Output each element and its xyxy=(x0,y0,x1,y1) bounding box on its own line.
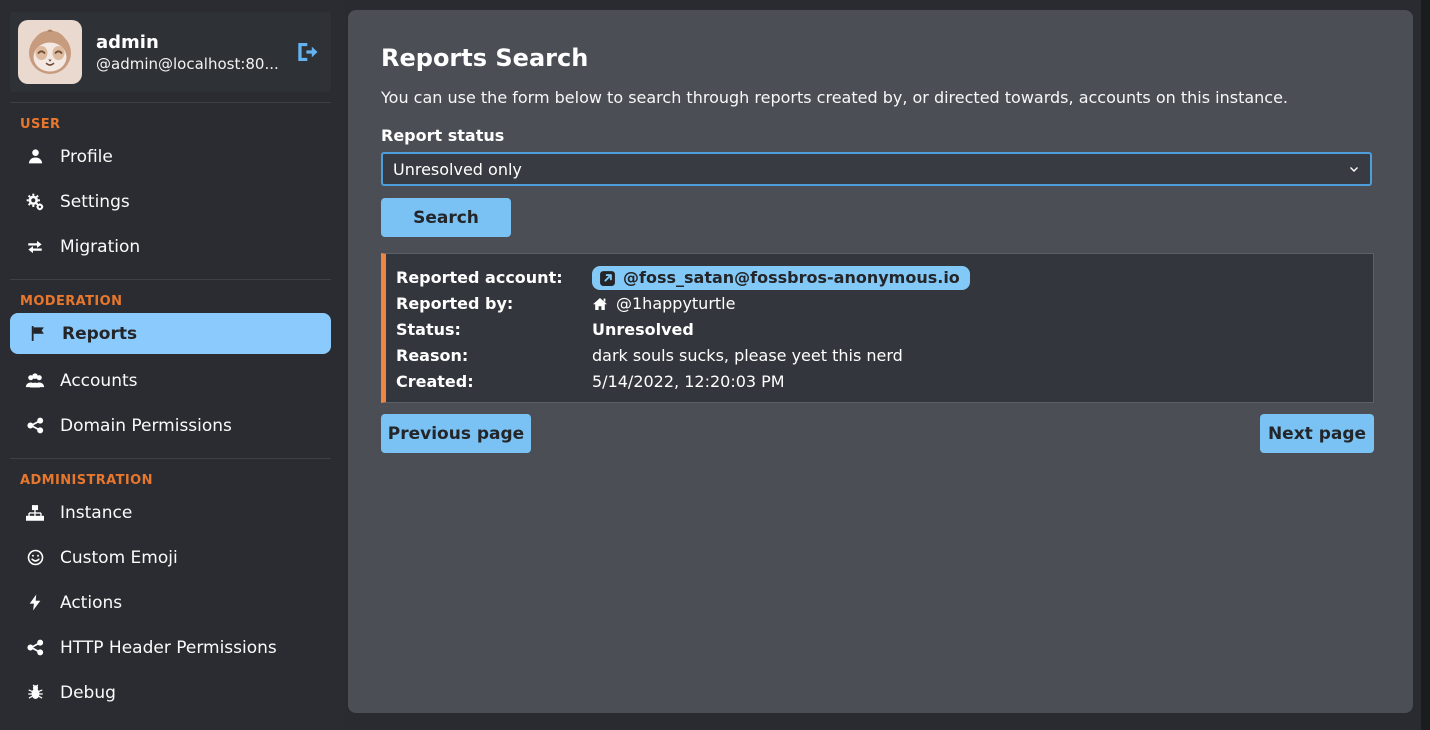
sidebar-item-accounts[interactable]: Accounts xyxy=(0,358,345,403)
sidebar-item-actions[interactable]: Actions xyxy=(0,580,345,625)
row-label: Created: xyxy=(396,369,592,395)
report-row-status: Status: Unresolved xyxy=(396,317,1359,343)
sidebar-item-profile[interactable]: Profile xyxy=(0,134,345,179)
sign-out-icon[interactable] xyxy=(295,40,323,64)
reported-account-link[interactable]: @foss_satan@fossbros-anonymous.io xyxy=(592,266,970,290)
sidebar: admin @admin@localhost:80... USER Profil… xyxy=(0,0,345,730)
report-card[interactable]: Reported account: @foss_satan@fossbros-a… xyxy=(381,253,1374,403)
sidebar-item-label: Actions xyxy=(60,593,122,613)
sidebar-item-custom-emoji[interactable]: Custom Emoji xyxy=(0,535,345,580)
sidebar-item-label: Domain Permissions xyxy=(60,416,232,436)
divider xyxy=(10,279,331,280)
scrollbar-track[interactable] xyxy=(1421,0,1430,730)
page-title: Reports Search xyxy=(381,44,1373,72)
report-status-selected-value: Unresolved only xyxy=(393,160,1348,179)
sidebar-item-label: Custom Emoji xyxy=(60,548,178,568)
reports-search-panel: Reports Search You can use the form belo… xyxy=(348,10,1413,713)
report-row-reported-by: Reported by: @1happyturtle xyxy=(396,291,1359,317)
user-card[interactable]: admin @admin@localhost:80... xyxy=(10,12,331,92)
report-reason-value: dark souls sucks, please yeet this nerd xyxy=(592,343,903,369)
sidebar-item-label: Debug xyxy=(60,683,116,703)
report-status-value: Unresolved xyxy=(592,317,694,343)
sidebar-item-label: Migration xyxy=(60,237,140,257)
pagination: Previous page Next page xyxy=(381,414,1374,453)
sidebar-item-label: HTTP Header Permissions xyxy=(60,638,277,658)
search-button[interactable]: Search xyxy=(381,198,511,237)
user-names: admin @admin@localhost:80... xyxy=(96,31,281,72)
share-nodes-icon xyxy=(24,639,46,656)
share-nodes-icon xyxy=(24,417,46,434)
user-icon xyxy=(24,148,46,165)
report-status-select[interactable]: Unresolved only xyxy=(381,152,1372,186)
divider xyxy=(10,458,331,459)
section-header-moderation: MODERATION xyxy=(20,294,345,309)
sidebar-item-reports[interactable]: Reports xyxy=(10,313,331,354)
previous-page-button[interactable]: Previous page xyxy=(381,414,531,453)
reported-by-handle: @1happyturtle xyxy=(616,291,735,317)
sidebar-item-label: Reports xyxy=(62,324,137,344)
sidebar-item-label: Instance xyxy=(60,503,132,523)
report-row-created: Created: 5/14/2022, 12:20:03 PM xyxy=(396,369,1359,395)
sitemap-icon xyxy=(24,505,46,521)
section-header-user: USER xyxy=(20,117,345,132)
sidebar-item-settings[interactable]: Settings xyxy=(0,179,345,224)
divider xyxy=(10,102,331,103)
external-link-icon xyxy=(599,270,616,287)
sidebar-item-domain-permissions[interactable]: Domain Permissions xyxy=(0,403,345,448)
swap-arrows-icon xyxy=(24,238,46,256)
users-icon xyxy=(24,372,46,390)
row-label: Reported by: xyxy=(396,291,592,317)
sidebar-item-label: Profile xyxy=(60,147,113,167)
bolt-icon xyxy=(24,594,46,611)
sloth-avatar xyxy=(18,20,82,84)
smiley-icon xyxy=(24,549,46,566)
row-label: Reason: xyxy=(396,343,592,369)
gears-icon xyxy=(24,193,46,211)
chevron-down-icon xyxy=(1348,163,1360,175)
next-page-button[interactable]: Next page xyxy=(1260,414,1374,453)
user-display-name: admin xyxy=(96,31,281,54)
sidebar-item-migration[interactable]: Migration xyxy=(0,224,345,269)
report-row-reported-account: Reported account: @foss_satan@fossbros-a… xyxy=(396,265,1359,291)
sidebar-item-debug[interactable]: Debug xyxy=(0,670,345,715)
user-handle: @admin@localhost:80... xyxy=(96,55,281,73)
report-status-label: Report status xyxy=(381,126,1373,145)
sidebar-item-instance[interactable]: Instance xyxy=(0,490,345,535)
sidebar-item-label: Settings xyxy=(60,192,130,212)
home-icon xyxy=(592,296,608,312)
row-label: Status: xyxy=(396,317,592,343)
sidebar-item-label: Accounts xyxy=(60,371,138,391)
flag-icon xyxy=(26,325,48,342)
report-created-value: 5/14/2022, 12:20:03 PM xyxy=(592,369,785,395)
reported-account-handle: @foss_satan@fossbros-anonymous.io xyxy=(623,265,960,291)
bug-icon xyxy=(24,684,46,701)
report-row-reason: Reason: dark souls sucks, please yeet th… xyxy=(396,343,1359,369)
sidebar-item-http-header-permissions[interactable]: HTTP Header Permissions xyxy=(0,625,345,670)
page-description: You can use the form below to search thr… xyxy=(381,88,1373,107)
row-label: Reported account: xyxy=(396,265,592,291)
section-header-administration: ADMINISTRATION xyxy=(20,473,345,488)
